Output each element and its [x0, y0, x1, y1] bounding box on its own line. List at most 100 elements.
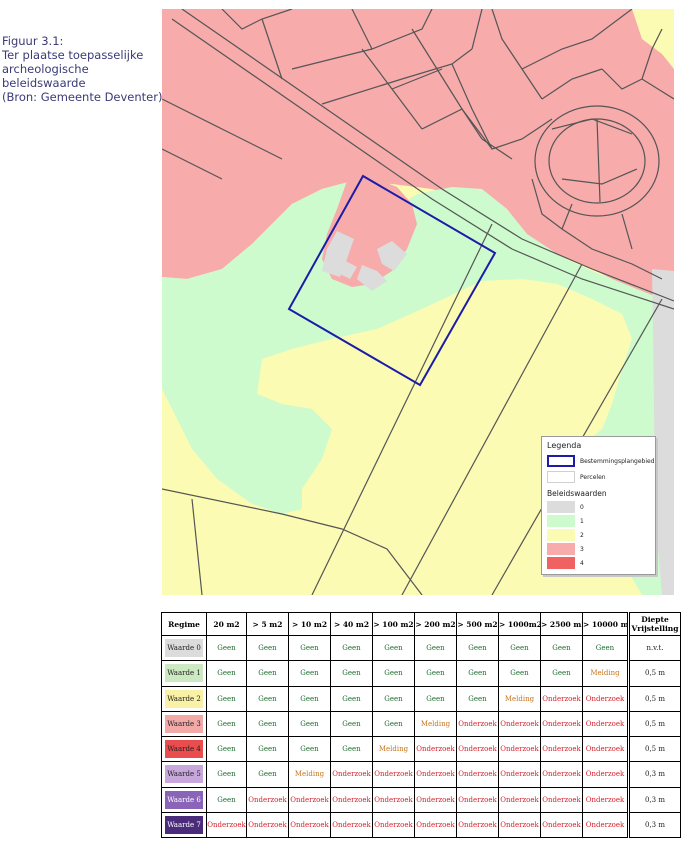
legend-item-percelen: Percelen	[547, 471, 606, 483]
regime-cell: Onderzoek	[540, 735, 583, 763]
regime-cell: Geen	[372, 660, 415, 687]
legend-label: 3	[580, 545, 584, 553]
regime-cell: Onderzoek	[456, 786, 499, 813]
regime-cell: Onderzoek	[288, 811, 331, 839]
regime-cell: Geen	[456, 685, 499, 712]
regime-cell: Geen	[540, 634, 583, 662]
caption-line: Figuur 3.1:	[2, 34, 64, 48]
regime-name: Waarde 5	[165, 765, 203, 784]
regime-cell: Onderzoek	[246, 786, 289, 813]
regime-name-cell: Waarde 1	[161, 660, 207, 687]
regime-cell: Geen	[288, 660, 331, 687]
legend-label: 4	[580, 559, 584, 567]
regime-cell: Geen	[288, 735, 331, 763]
regime-cell: Onderzoek	[582, 761, 629, 788]
legend-label: 0	[580, 503, 584, 511]
figure-caption: Figuur 3.1: Ter plaatse toepasselijke ar…	[2, 34, 163, 104]
regime-cell: Geen	[206, 685, 247, 712]
depth-cell: 0,3 m	[627, 811, 681, 839]
depth-cell: n.v.t.	[627, 634, 681, 662]
regime-cell: Onderzoek	[288, 786, 331, 813]
regime-cell: Geen	[414, 634, 457, 662]
regime-cell: Geen	[206, 761, 247, 788]
regime-cell: Onderzoek	[330, 786, 373, 813]
caption-line: Ter plaatse toepasselijke	[2, 48, 144, 62]
legend-swatch	[547, 529, 575, 541]
regime-cell: Onderzoek	[540, 811, 583, 839]
regime-cell: Onderzoek	[372, 786, 415, 813]
regime-cell: Onderzoek	[582, 710, 629, 738]
regime-cell: Geen	[330, 685, 373, 712]
legend-subtitle: Beleidswaarden	[547, 489, 607, 498]
depth-cell: 0,5 m	[627, 685, 681, 712]
legend-title: Legenda	[547, 441, 582, 450]
caption-line: beleidswaarde	[2, 76, 86, 90]
regime-name-cell: Waarde 2	[161, 685, 207, 712]
depth-cell: 0,5 m	[627, 735, 681, 763]
header-cell: Regime	[161, 612, 207, 636]
table-row: Waarde 2 Geen Geen Geen Geen Geen Geen Geen Meld…	[161, 685, 681, 712]
legend-swatch	[547, 455, 575, 467]
regime-cell: Geen	[246, 735, 289, 763]
regime-name: Waarde 6	[165, 790, 203, 809]
regime-name: Waarde 7	[165, 815, 203, 834]
regime-name: Waarde 2	[165, 689, 203, 708]
regime-cell: Geen	[206, 660, 247, 687]
regime-cell: Melding	[414, 710, 457, 738]
regime-cell: Geen	[330, 634, 373, 662]
legend-label: 1	[580, 517, 584, 525]
regime-cell: Onderzoek	[498, 735, 541, 763]
regime-cell: Geen	[288, 634, 331, 662]
depth-cell: 0,3 m	[627, 761, 681, 788]
table-row: Waarde 6 Geen Onderzoek Onderzoek Onderzoek O…	[161, 786, 681, 813]
table-row: Waarde 3 Geen Geen Geen Geen Geen Melding Onder…	[161, 710, 681, 738]
regime-cell: Onderzoek	[414, 786, 457, 813]
regime-cell: Onderzoek	[582, 735, 629, 763]
regime-cell: Onderzoek	[582, 685, 629, 712]
regime-cell: Geen	[206, 634, 247, 662]
map-legend: Legenda Bestemmingsplangebied Percelen B…	[541, 436, 656, 575]
table-row: Waarde 4 Geen Geen Geen Geen Melding Onderzoek…	[161, 735, 681, 763]
regime-cell: Geen	[246, 710, 289, 738]
legend-swatch	[547, 501, 575, 513]
regime-cell: Geen	[246, 761, 289, 788]
legend-label: 2	[580, 531, 584, 539]
regime-cell: Melding	[582, 660, 629, 687]
legend-swatch	[547, 471, 575, 483]
regime-cell: Geen	[246, 685, 289, 712]
table-body: Waarde 0 Geen Geen Geen Geen Geen Geen Geen Geen…	[161, 634, 681, 839]
regime-cell: Onderzoek	[498, 786, 541, 813]
regime-cell: Geen	[246, 660, 289, 687]
regime-cell: Onderzoek	[456, 735, 499, 763]
table-row: Waarde 5 Geen Geen Melding Onderzoek Onderzoe…	[161, 761, 681, 788]
legend-label: Percelen	[580, 473, 606, 481]
regime-name-cell: Waarde 4	[161, 735, 207, 763]
regime-cell: Melding	[288, 761, 331, 788]
table-row: Waarde 1 Geen Geen Geen Geen Geen Geen Geen Geen…	[161, 660, 681, 687]
regime-cell: Onderzoek	[540, 710, 583, 738]
regime-cell: Onderzoek	[206, 811, 247, 839]
regime-name: Waarde 0	[165, 639, 203, 658]
legend-swatch	[547, 515, 575, 527]
caption-line: (Bron: Gemeente Deventer)	[2, 90, 163, 104]
regime-cell: Onderzoek	[498, 761, 541, 788]
regime-cell: Geen	[206, 710, 247, 738]
legend-swatch	[547, 557, 575, 569]
regime-cell: Onderzoek	[246, 811, 289, 839]
regime-cell: Onderzoek	[414, 811, 457, 839]
regime-cell: Geen	[330, 660, 373, 687]
legend-swatch	[547, 543, 575, 555]
header-cell-diepte: Diepte Vrijstelling	[627, 612, 681, 636]
regime-cell: Onderzoek	[456, 811, 499, 839]
regime-name-cell: Waarde 5	[161, 761, 207, 788]
header-cell: > 5 m2	[246, 612, 289, 636]
depth-cell: 0,3 m	[627, 786, 681, 813]
regime-cell: Onderzoek	[414, 761, 457, 788]
header-cell: > 40 m2	[330, 612, 373, 636]
table-header-row: Regime 20 m2 > 5 m2 > 10 m2 > 40 m2 > 10…	[161, 612, 681, 636]
header-cell: > 10000 m2	[582, 612, 629, 636]
regime-cell: Onderzoek	[498, 710, 541, 738]
regime-cell: Geen	[456, 660, 499, 687]
regime-cell: Geen	[246, 634, 289, 662]
legend-value-3: 3	[547, 543, 584, 555]
